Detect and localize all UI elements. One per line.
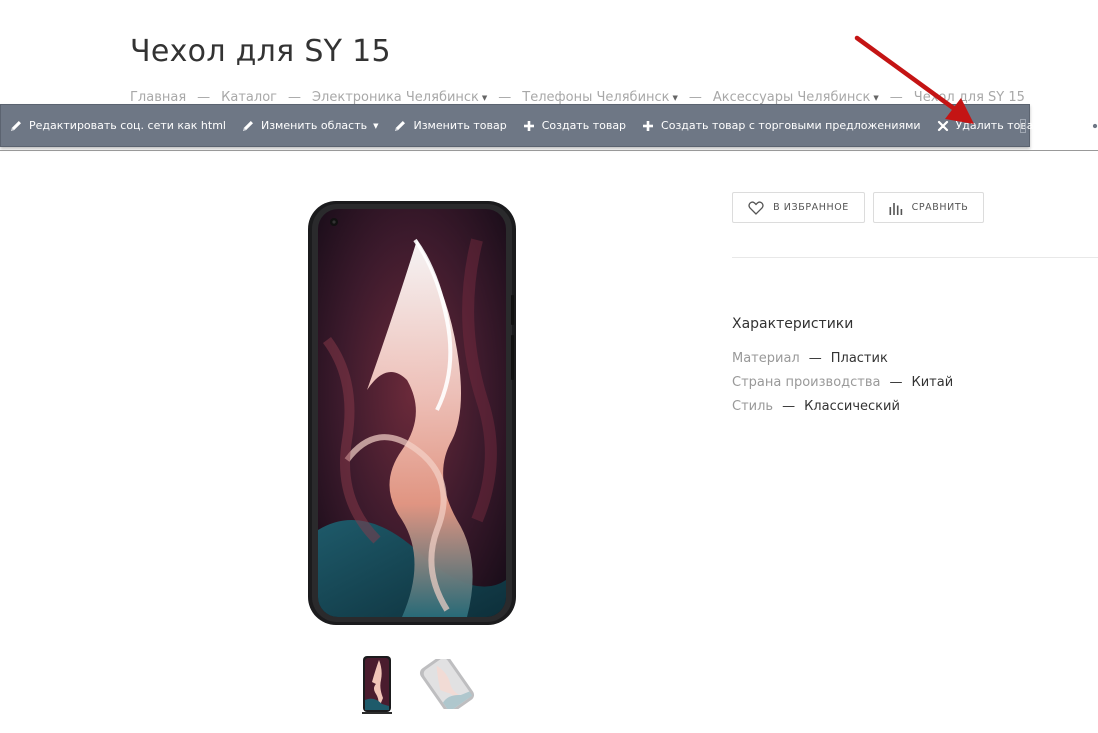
heart-icon xyxy=(748,200,764,215)
breadcrumb-label[interactable]: Электроника Челябинск xyxy=(312,90,479,105)
chevron-down-icon[interactable]: ▼ xyxy=(673,94,678,102)
breadcrumb-item-accessories[interactable]: Аксессуары Челябинск ▼ xyxy=(713,90,879,105)
create-product-button[interactable]: Создать товар xyxy=(522,105,626,146)
pencil-icon xyxy=(9,119,23,133)
breadcrumb-separator: — xyxy=(498,90,512,105)
specs-title: Характеристики xyxy=(732,316,854,332)
spec-row: Материал — Пластик xyxy=(732,351,888,366)
toolbar-button-label: Изменить область xyxy=(260,119,368,132)
phone-case-image[interactable] xyxy=(307,200,517,626)
breadcrumb-item-electronics[interactable]: Электроника Челябинск ▼ xyxy=(312,90,487,105)
header-divider xyxy=(0,150,1098,151)
plus-icon xyxy=(522,119,536,133)
edit-social-html-button[interactable]: Редактировать соц. сети как html xyxy=(9,105,226,146)
spec-row: Стиль — Классический xyxy=(732,399,900,414)
toolbar-button-label: Изменить товар xyxy=(413,119,507,132)
breadcrumb-separator: — xyxy=(197,90,211,105)
spec-value: Пластик xyxy=(830,351,888,366)
section-divider xyxy=(732,257,1098,258)
chevron-down-icon[interactable]: ▼ xyxy=(373,122,378,130)
page-title: Чехол для SY 15 xyxy=(130,34,391,69)
breadcrumb-label[interactable]: Телефоны Челябинск xyxy=(522,90,669,105)
spec-value: Китай xyxy=(911,375,954,390)
spec-separator: — xyxy=(889,375,903,390)
breadcrumb-separator: — xyxy=(688,90,702,105)
compare-label: СРАВНИТЬ xyxy=(911,202,969,213)
breadcrumb-item-catalog[interactable]: Каталог xyxy=(221,90,277,105)
breadcrumb-label: Чехол для SY 15 xyxy=(913,90,1025,105)
toolbar-button-label: Редактировать соц. сети как html xyxy=(29,119,226,132)
toolbar-icon-group: ▼ xyxy=(1060,105,1098,146)
spec-key: Материал xyxy=(732,351,800,366)
compare-button[interactable]: СРАВНИТЬ xyxy=(873,192,984,223)
spec-separator: — xyxy=(782,399,796,414)
breadcrumb-separator: — xyxy=(287,90,301,105)
pencil-icon xyxy=(241,119,255,133)
toolbar-button-label: Создать товар xyxy=(541,119,627,132)
breadcrumb-label[interactable]: Аксессуары Челябинск xyxy=(713,90,871,105)
breadcrumb-label[interactable]: Каталог xyxy=(221,90,277,105)
toolbar-button-label: Удалить товар xyxy=(955,119,1041,132)
breadcrumb-item-phones[interactable]: Телефоны Челябинск ▼ xyxy=(522,90,678,105)
gear-icon[interactable] xyxy=(1086,105,1098,146)
pin-icon[interactable] xyxy=(1060,105,1076,146)
breadcrumb-separator: — xyxy=(889,90,903,105)
toolbar-button-label: Создать товар с торговыми предложениями xyxy=(661,119,921,132)
breadcrumb-item-current: Чехол для SY 15 xyxy=(914,90,1025,105)
chevron-down-icon[interactable]: ▼ xyxy=(482,94,487,102)
bar-chart-icon xyxy=(889,201,903,215)
breadcrumb-label[interactable]: Главная xyxy=(130,90,186,105)
favorite-label: В ИЗБРАННОЕ xyxy=(773,202,849,213)
breadcrumb: Главная — Каталог — Электроника Челябинс… xyxy=(130,90,1025,105)
chevron-down-icon[interactable]: ▼ xyxy=(873,94,878,102)
spec-row: Страна производства — Китай xyxy=(732,375,953,390)
phone-case-front-thumbnail[interactable] xyxy=(362,656,392,714)
spec-value: Классический xyxy=(804,399,900,414)
admin-toolbar: Редактировать соц. сети как html Изменит… xyxy=(0,104,1098,147)
spec-key: Стиль xyxy=(732,399,774,414)
breadcrumb-item-home[interactable]: Главная xyxy=(130,90,186,105)
spec-separator: — xyxy=(808,351,822,366)
phone-case-angled-thumbnail[interactable] xyxy=(416,654,478,714)
edit-product-button[interactable]: Изменить товар xyxy=(393,105,507,146)
spec-key: Страна производства xyxy=(732,375,881,390)
edit-area-button[interactable]: Изменить область ▼ xyxy=(241,105,378,146)
pencil-icon xyxy=(393,119,407,133)
drag-handle[interactable] xyxy=(1020,119,1026,133)
plus-icon xyxy=(641,119,655,133)
create-product-with-offers-button[interactable]: Создать товар с торговыми предложениями xyxy=(641,105,921,146)
close-icon xyxy=(936,119,950,133)
add-to-favorites-button[interactable]: В ИЗБРАННОЕ xyxy=(732,192,865,223)
